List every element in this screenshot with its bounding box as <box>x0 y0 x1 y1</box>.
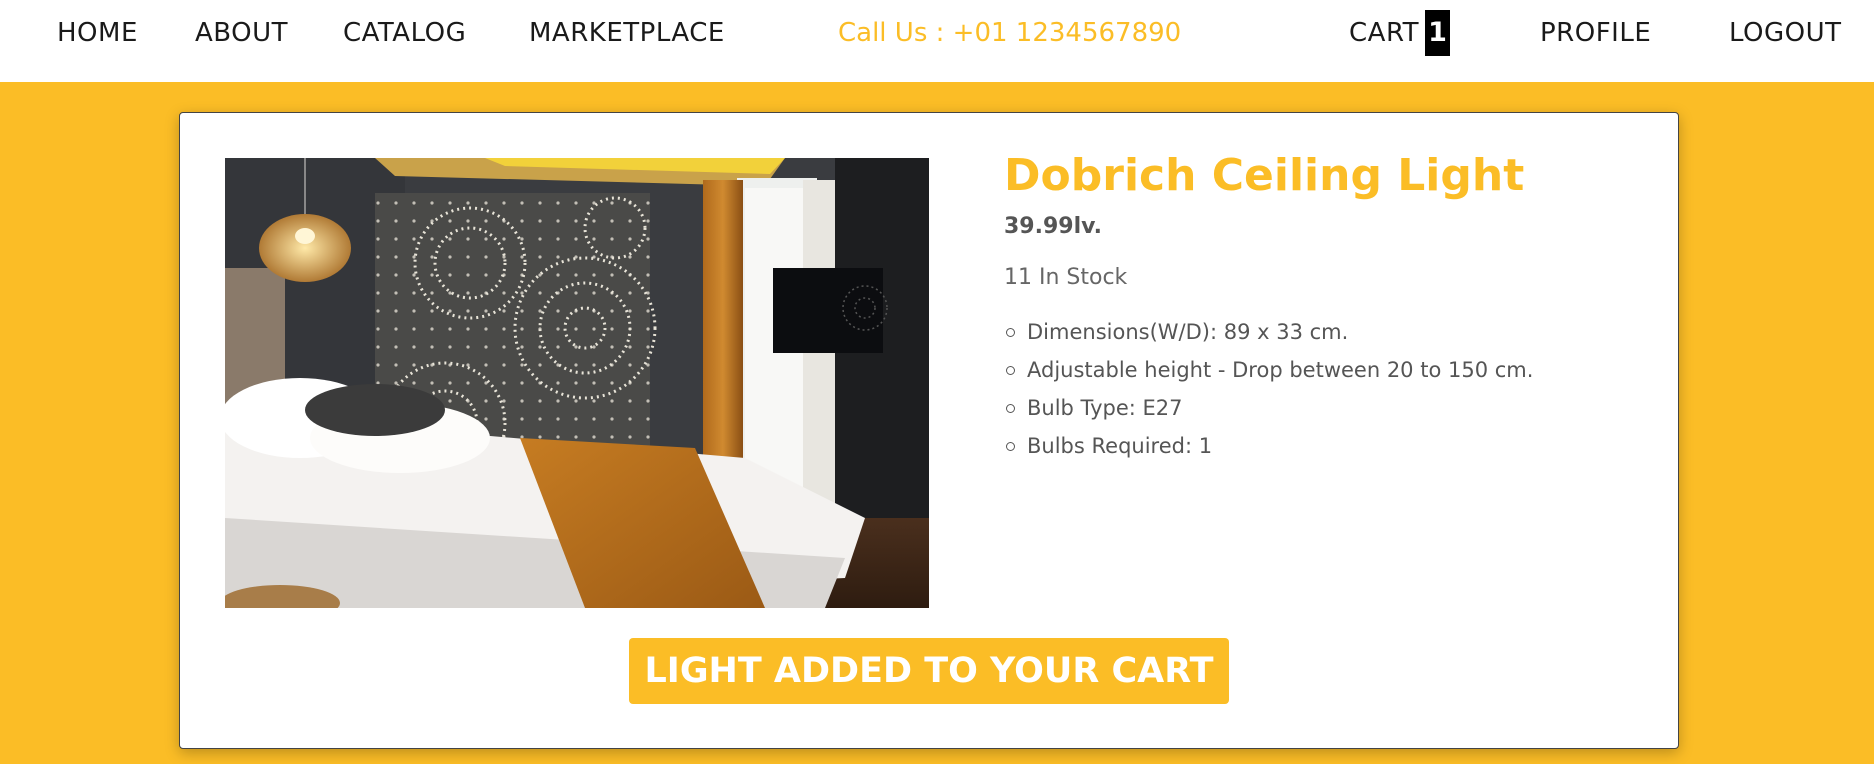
nav-catalog[interactable]: CATALOG <box>343 16 466 50</box>
nav-cart[interactable]: CART <box>1349 16 1419 50</box>
nav-logout[interactable]: LOGOUT <box>1729 16 1842 50</box>
nav-marketplace[interactable]: MARKETPLACE <box>529 16 725 50</box>
phone-number: Call Us : +01 1234567890 <box>838 18 1182 48</box>
top-navbar: HOME ABOUT CATALOG MARKETPLACE Call Us :… <box>0 0 1874 82</box>
product-image <box>225 158 929 608</box>
product-price: 39.99lv. <box>1004 214 1103 239</box>
spec-list: Dimensions(W/D): 89 x 33 cm. Adjustable … <box>1004 313 1533 465</box>
spec-item: Adjustable height - Drop between 20 to 1… <box>1004 351 1533 389</box>
spec-item: Bulb Type: E27 <box>1004 389 1533 427</box>
bedroom-photo-icon <box>225 158 929 608</box>
nav-home[interactable]: HOME <box>57 16 138 50</box>
product-card: Dobrich Ceiling Light 39.99lv. 11 In Sto… <box>179 112 1679 749</box>
cart-count-badge[interactable]: 1 <box>1425 10 1450 56</box>
spec-item: Bulbs Required: 1 <box>1004 427 1533 465</box>
product-title: Dobrich Ceiling Light <box>1004 150 1525 201</box>
spec-item: Dimensions(W/D): 89 x 33 cm. <box>1004 313 1533 351</box>
added-to-cart-button[interactable]: LIGHT ADDED TO YOUR CART <box>629 638 1229 704</box>
stock-status: 11 In Stock <box>1004 265 1128 290</box>
nav-about[interactable]: ABOUT <box>195 16 288 50</box>
nav-profile[interactable]: PROFILE <box>1540 16 1651 50</box>
